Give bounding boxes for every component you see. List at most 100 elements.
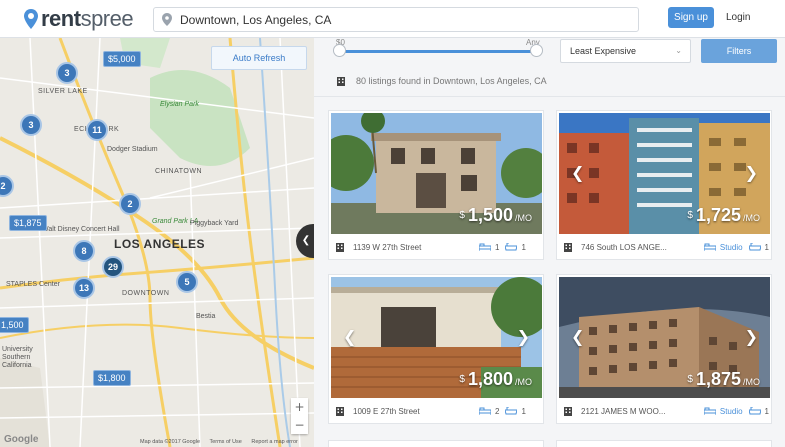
google-logo: Google — [4, 434, 39, 445]
auto-refresh-button[interactable]: Auto Refresh — [211, 46, 307, 70]
bath-icon — [504, 406, 519, 415]
sort-select[interactable]: Least Expensive ⌄ — [560, 39, 691, 63]
map-label-silver-lake: SILVER LAKE — [38, 88, 88, 95]
prev-photo-icon[interactable]: ❮ — [571, 163, 584, 183]
map-price-tag[interactable]: $1,800 — [93, 370, 131, 386]
listing-card[interactable] — [556, 440, 772, 447]
map-cluster[interactable]: 3 — [56, 62, 78, 84]
next-photo-icon[interactable]: ❯ — [745, 327, 758, 347]
bed-icon — [703, 407, 717, 415]
next-photo-icon[interactable]: ❯ — [517, 327, 530, 347]
rentspree-logo[interactable]: rentspree — [24, 6, 134, 31]
divider — [314, 96, 785, 97]
report-error-link[interactable]: Report a map error — [251, 439, 297, 445]
map-cluster[interactable]: 5 — [176, 271, 198, 293]
listing-meta: 2121 JAMES M WOO... Studio 1 — [563, 404, 769, 418]
listing-meta: 1139 W 27th Street 1 1 — [335, 240, 541, 254]
listing-photo[interactable]: ❮ ❯ $1,875/MO — [559, 277, 770, 398]
listing-baths: 1 — [764, 242, 769, 252]
bath-icon — [747, 406, 762, 415]
map-label-bestia: Bestia — [196, 313, 216, 320]
listing-baths: 1 — [521, 242, 526, 252]
bed-icon — [478, 407, 492, 415]
map-cluster[interactable]: 11 — [86, 119, 108, 141]
map-cluster[interactable]: 3 — [20, 114, 42, 136]
listing-beds: Studio — [719, 242, 743, 252]
location-pin-icon — [162, 13, 172, 26]
zoom-control: + − — [291, 398, 308, 434]
map-footer: Map data ©2017 Google Terms of Use Repor… — [140, 439, 306, 445]
location-search-input[interactable] — [180, 12, 600, 27]
map-cluster[interactable]: 8 — [73, 240, 95, 262]
prev-photo-icon[interactable]: ❮ — [343, 327, 356, 347]
results-count-text: 80 listings found in Downtown, Los Angel… — [356, 76, 547, 86]
listings-map[interactable]: Auto Refresh SILVER LAKE ECHO PARK Elysi… — [0, 38, 314, 447]
map-label-dodger-stadium: Dodger Stadium — [107, 146, 158, 153]
map-price-tag[interactable]: $5,000 — [103, 51, 141, 67]
chevron-down-icon: ⌄ — [675, 46, 682, 55]
map-label-staples-center: STAPLES Center — [6, 281, 60, 288]
map-price-tag[interactable]: 1,500 — [0, 317, 29, 333]
login-button[interactable]: Login — [726, 7, 750, 28]
map-label-southern: Southern — [2, 354, 31, 361]
map-cluster[interactable]: 29 — [102, 256, 124, 278]
bath-icon — [747, 242, 762, 251]
filters-button[interactable]: Filters — [701, 39, 777, 63]
price-slider-track[interactable] — [338, 50, 538, 53]
map-label-chinatown: CHINATOWN — [155, 168, 203, 175]
listing-address: 1139 W 27th Street — [353, 242, 422, 252]
price-slider-min-handle[interactable] — [333, 44, 346, 57]
map-label-elysian-park: Elysian Park — [160, 101, 199, 108]
map-data-credit: Map data ©2017 Google — [140, 439, 201, 445]
map-label-disney-hall: Walt Disney Concert Hall — [42, 226, 120, 233]
listing-beds: 1 — [495, 242, 500, 252]
map-cluster[interactable]: 13 — [73, 277, 95, 299]
building-icon — [335, 242, 345, 252]
building-icon — [563, 242, 573, 252]
prev-photo-icon[interactable]: ❮ — [571, 327, 584, 347]
listing-price: $1,725/MO — [687, 205, 760, 225]
building-icon — [563, 406, 573, 416]
zoom-out-button[interactable]: − — [291, 416, 308, 434]
price-slider-max-handle[interactable] — [530, 44, 543, 57]
next-photo-icon[interactable]: ❯ — [745, 163, 758, 183]
listing-baths: 1 — [521, 406, 526, 416]
map-label-university: University — [2, 346, 33, 353]
listing-photo[interactable]: ❮ ❯ $1,800/MO — [331, 277, 542, 398]
listing-card[interactable] — [328, 440, 544, 447]
bed-icon — [478, 243, 492, 251]
listing-price: $1,500/MO — [459, 205, 532, 225]
pin-logo-icon — [24, 9, 38, 29]
building-icon — [335, 406, 345, 416]
listing-price: $1,800/MO — [459, 369, 532, 389]
listing-baths: 1 — [764, 406, 769, 416]
location-search[interactable] — [153, 7, 639, 32]
listing-card[interactable]: ❮ ❯ $1,725/MO 746 South LOS ANGE... Stud… — [556, 110, 772, 260]
listing-meta: 746 South LOS ANGE... Studio 1 — [563, 240, 769, 254]
map-label-piggyback-yard: Piggyback Yard — [190, 220, 239, 227]
map-price-tag[interactable]: $1,875 — [9, 215, 47, 231]
terms-link[interactable]: Terms of Use — [209, 439, 241, 445]
listing-card[interactable]: $1,500/MO 1139 W 27th Street 1 1 — [328, 110, 544, 260]
listing-photo[interactable]: ❮ ❯ $1,725/MO — [559, 113, 770, 234]
map-label-los-angeles: LOS ANGELES — [114, 237, 206, 251]
listing-address: 2121 JAMES M WOO... — [581, 406, 666, 416]
bed-icon — [703, 243, 717, 251]
results-count: 80 listings found in Downtown, Los Angel… — [336, 76, 547, 86]
map-label-downtown: DOWNTOWN — [122, 290, 170, 297]
listing-card[interactable]: ❮ ❯ $1,875/MO 2121 JAMES M WOO... Studio… — [556, 274, 772, 424]
listing-address: 746 South LOS ANGE... — [581, 242, 667, 252]
listing-meta: 1009 E 27th Street 2 1 — [335, 404, 541, 418]
listing-address: 1009 E 27th Street — [353, 406, 420, 416]
sign-up-button[interactable]: Sign up — [668, 7, 714, 28]
building-icon — [336, 76, 346, 86]
listing-card[interactable]: ❮ ❯ $1,800/MO 1009 E 27th Street 2 1 — [328, 274, 544, 424]
listing-beds: 2 — [495, 406, 500, 416]
bath-icon — [504, 242, 519, 251]
map-cluster[interactable]: 2 — [119, 193, 141, 215]
listing-beds: Studio — [719, 406, 743, 416]
zoom-in-button[interactable]: + — [291, 398, 308, 416]
logo-text: rentspree — [41, 6, 134, 31]
top-header: rentspree Sign up Login — [0, 0, 785, 38]
listing-photo[interactable]: $1,500/MO — [331, 113, 542, 234]
